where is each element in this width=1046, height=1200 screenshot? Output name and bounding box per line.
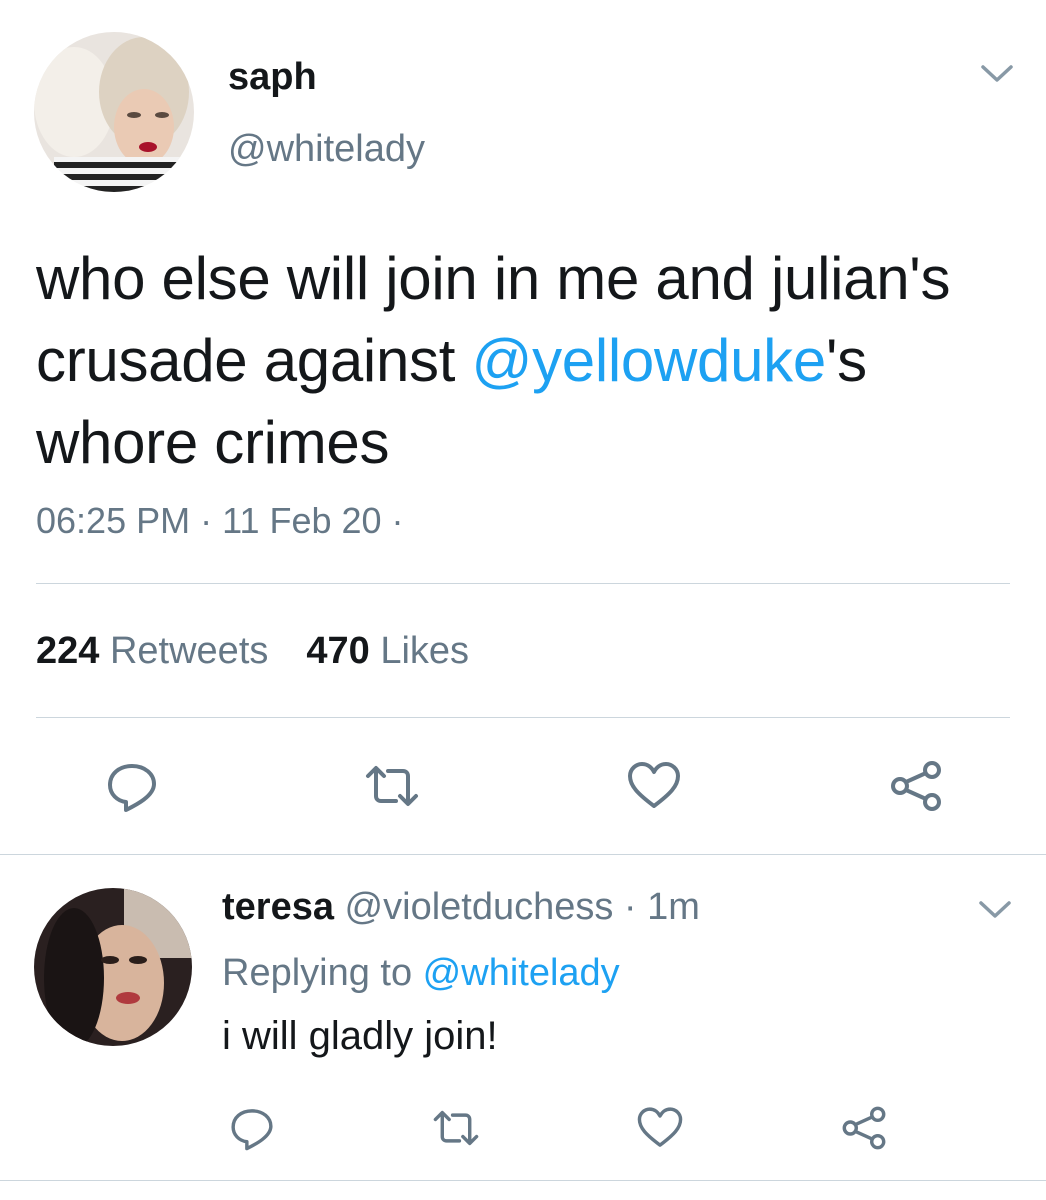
replying-to-link[interactable]: @whitelady [423, 952, 620, 994]
divider [36, 717, 1010, 718]
replying-to: Replying to @whitelady [222, 952, 620, 995]
like-label: Likes [380, 630, 470, 672]
like-icon [637, 1107, 683, 1147]
tweet-timestamp[interactable]: 06:25 PM · 11 Feb 20 · [36, 500, 404, 542]
user-avatar[interactable] [34, 32, 194, 192]
engagement-stats: 224 Retweets 470 Likes [36, 630, 507, 673]
like-stat[interactable]: 470 Likes [306, 630, 469, 673]
reply-button[interactable] [222, 1098, 282, 1158]
like-button[interactable] [630, 1098, 690, 1158]
avatar-photo [34, 888, 192, 1046]
retweet-count: 224 [36, 630, 100, 672]
retweet-stat[interactable]: 224 Retweets [36, 630, 268, 673]
reply-display-name[interactable]: teresa [222, 886, 334, 928]
retweet-button[interactable] [426, 1098, 486, 1158]
divider [0, 854, 1046, 855]
mention-link[interactable]: @yellowduke [471, 327, 826, 394]
reply-header: teresa @violetduchess · 1m [222, 886, 700, 929]
reply-icon [108, 764, 156, 812]
tweet-text: who else will join in me and julian's cr… [36, 238, 996, 484]
retweet-icon [433, 1110, 479, 1146]
reply-button[interactable] [102, 756, 162, 816]
retweet-button[interactable] [362, 756, 422, 816]
like-count: 470 [306, 630, 370, 672]
like-icon [628, 762, 680, 808]
divider [36, 583, 1010, 584]
avatar-photo [34, 32, 194, 192]
reply-user-handle[interactable]: @violetduchess [345, 886, 614, 928]
reply-icon [231, 1109, 273, 1151]
retweet-label: Retweets [109, 630, 269, 672]
chevron-down-icon[interactable] [978, 900, 1012, 920]
divider [0, 1180, 1046, 1181]
share-icon [842, 1106, 886, 1150]
meta-separator: · [190, 500, 223, 541]
share-icon [891, 761, 941, 811]
reply-user-avatar[interactable] [34, 888, 192, 1046]
reply-text: i will gladly join! [222, 1014, 498, 1058]
tweet-date: 11 Feb 20 [222, 500, 382, 541]
share-button[interactable] [886, 756, 946, 816]
reply-separator: · [613, 886, 648, 928]
meta-trailing-dot: · [381, 500, 404, 541]
user-handle[interactable]: @whitelady [228, 128, 425, 171]
tweet-time: 06:25 PM [36, 500, 191, 541]
reply-age[interactable]: 1m [647, 886, 700, 928]
display-name[interactable]: saph [228, 56, 317, 99]
share-button[interactable] [834, 1098, 894, 1158]
replying-label: Replying to [222, 952, 423, 994]
like-button[interactable] [624, 756, 684, 816]
chevron-down-icon[interactable] [980, 64, 1014, 84]
retweet-icon [366, 766, 418, 806]
